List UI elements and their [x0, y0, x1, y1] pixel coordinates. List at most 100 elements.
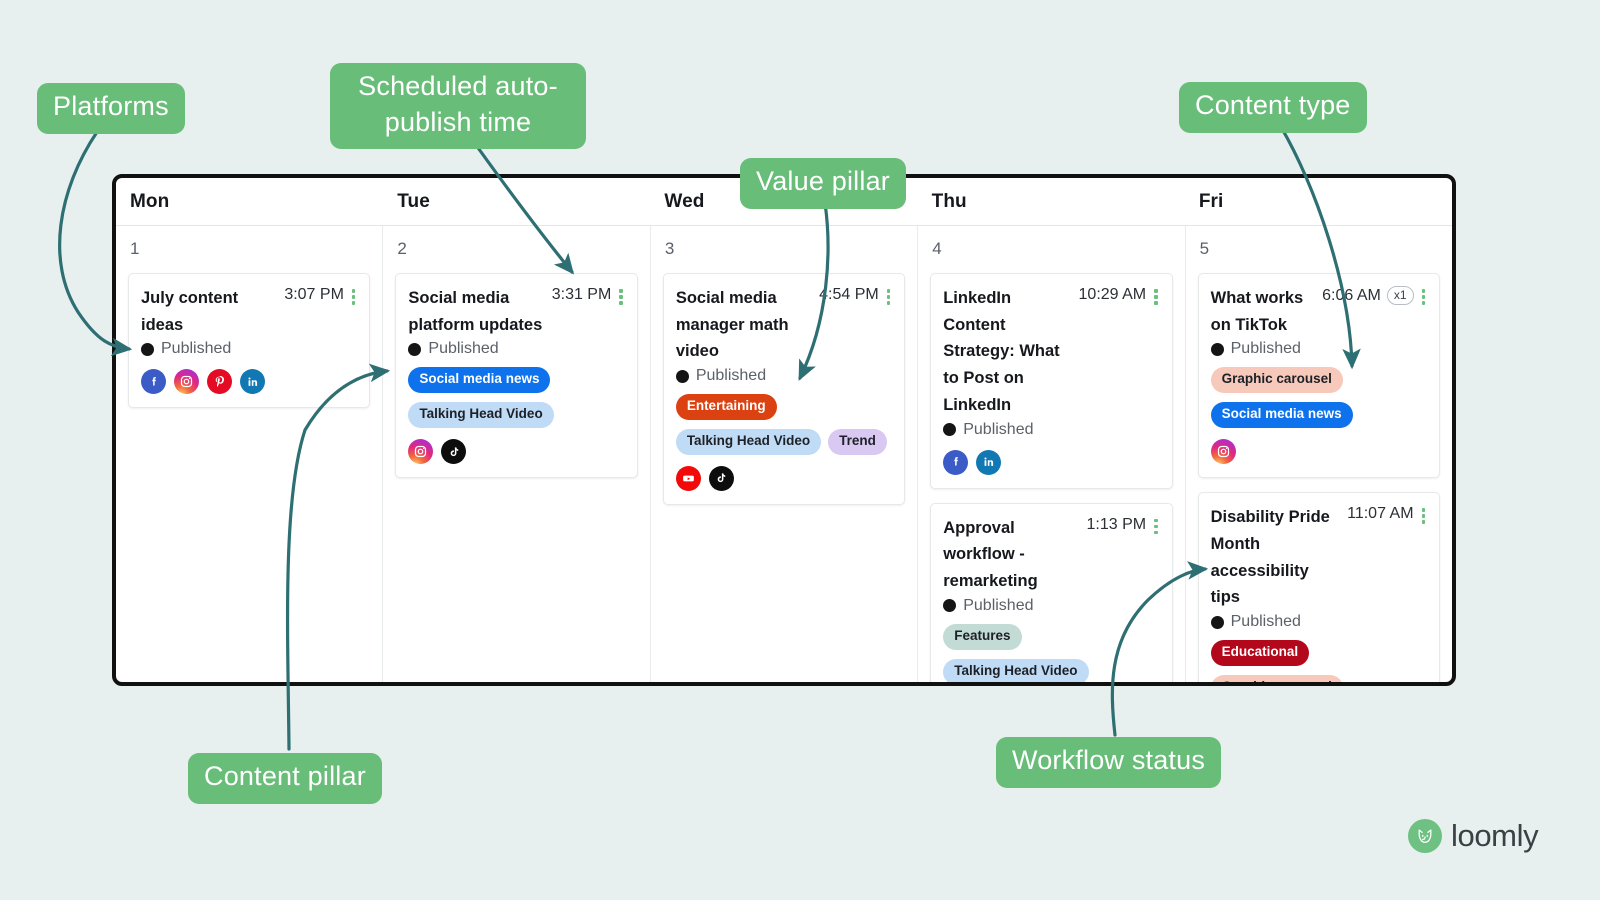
status-dot-icon: [1211, 343, 1224, 356]
post-card-header: Social media platform updates 3:31 PM: [408, 285, 624, 338]
tiktok-icon[interactable]: [441, 439, 466, 464]
post-tag-row: Educational: [1211, 640, 1427, 666]
calendar-day-column[interactable]: 4 LinkedIn Content Strategy: What to Post…: [918, 226, 1185, 686]
post-tag[interactable]: Features: [943, 624, 1021, 650]
instagram-icon[interactable]: [408, 439, 433, 464]
post-tag-row: Graphic carousel: [1211, 367, 1427, 393]
post-status-badge: Published: [943, 421, 1159, 439]
post-card[interactable]: Approval workflow - remarketing1:13 PM Pu…: [930, 503, 1172, 686]
post-scheduled-time: 6:06 AM: [1322, 287, 1381, 305]
post-tag[interactable]: Talking Head Video: [943, 659, 1088, 685]
post-status-label: Published: [963, 597, 1033, 615]
post-more-options-icon[interactable]: [1152, 516, 1160, 535]
post-more-options-icon[interactable]: [1420, 505, 1428, 524]
post-card-header: Approval workflow - remarketing1:13 PM: [943, 515, 1159, 595]
post-platform-icons: [676, 466, 892, 491]
post-tag-row: Talking Head Video Trend: [676, 429, 892, 455]
facebook-icon[interactable]: [943, 450, 968, 475]
post-card-header: Social media manager math video 4:54 PM: [676, 285, 892, 365]
post-status-label: Published: [1231, 340, 1301, 358]
post-more-options-icon[interactable]: [1420, 286, 1428, 305]
annotation-label-scheduled-auto-publish-time: Scheduled auto-publish time: [330, 63, 586, 149]
post-scheduled-time: 3:07 PM: [284, 286, 344, 304]
post-title[interactable]: Disability Pride Month accessibility tip…: [1211, 504, 1341, 611]
calendar-day-header-tue: Tue: [383, 178, 650, 225]
post-meta: 10:29 AM: [1079, 285, 1160, 305]
post-title[interactable]: Social media manager math video: [676, 285, 813, 365]
content-calendar: MonTueWedThuFri 1July content ideas3:07 …: [112, 174, 1456, 686]
post-tag[interactable]: Entertaining: [676, 394, 777, 420]
post-more-options-icon[interactable]: [617, 286, 625, 305]
post-status-badge: Published: [676, 367, 892, 385]
loomly-cat-icon: [1408, 819, 1442, 853]
repeat-count-badge: x1: [1387, 286, 1414, 305]
post-card-header: July content ideas 3:07 PM: [141, 285, 357, 338]
post-more-options-icon[interactable]: [1152, 286, 1160, 305]
post-card[interactable]: Social media platform updates 3:31 PM Publ…: [395, 273, 637, 478]
instagram-icon[interactable]: [174, 369, 199, 394]
post-meta: 11:07 AM: [1347, 504, 1427, 524]
post-status-badge: Published: [943, 597, 1159, 615]
post-tag-row: Features: [943, 624, 1159, 650]
post-scheduled-time: 10:29 AM: [1079, 286, 1147, 304]
post-status-badge: Published: [1211, 613, 1427, 631]
post-tag-row: Talking Head Video: [943, 659, 1159, 685]
post-tag-row: Social media news: [408, 367, 624, 393]
post-card-header: What works on TikTok 6:06 AM x1: [1211, 285, 1427, 338]
facebook-icon[interactable]: [141, 369, 166, 394]
screenshot-root: MonTueWedThuFri 1July content ideas3:07 …: [0, 0, 1600, 900]
post-status-badge: Published: [141, 340, 357, 358]
post-tag[interactable]: Graphic carousel: [1211, 675, 1343, 686]
annotation-label-content-type: Content type: [1179, 82, 1367, 133]
post-title[interactable]: LinkedIn Content Strategy: What to Post …: [943, 285, 1072, 419]
linkedin-icon[interactable]: [976, 450, 1001, 475]
post-status-label: Published: [696, 367, 766, 385]
post-platform-icons: [1211, 439, 1427, 464]
post-tag[interactable]: Talking Head Video: [408, 402, 553, 428]
post-tag[interactable]: Educational: [1211, 640, 1310, 666]
post-card[interactable]: Disability Pride Month accessibility tip…: [1198, 492, 1440, 686]
post-scheduled-time: 11:07 AM: [1347, 505, 1413, 523]
tiktok-icon[interactable]: [709, 466, 734, 491]
post-title[interactable]: Social media platform updates: [408, 285, 545, 338]
post-card[interactable]: What works on TikTok 6:06 AM x1 Published Gr…: [1198, 273, 1440, 478]
post-scheduled-time: 4:54 PM: [819, 286, 879, 304]
calendar-day-column[interactable]: 3Social media manager math video4:54 PMP…: [651, 226, 918, 686]
status-dot-icon: [408, 343, 421, 356]
post-title[interactable]: Approval workflow - remarketing: [943, 515, 1080, 595]
annotation-label-value-pillar: Value pillar: [740, 158, 906, 209]
status-dot-icon: [1211, 616, 1224, 629]
post-tag[interactable]: Social media news: [1211, 402, 1353, 428]
post-meta: 4:54 PM: [819, 285, 892, 305]
pinterest-icon[interactable]: [207, 369, 232, 394]
calendar-day-column[interactable]: 1July content ideas3:07 PMPublished: [116, 226, 383, 686]
status-dot-icon: [943, 599, 956, 612]
post-title[interactable]: What works on TikTok: [1211, 285, 1317, 338]
linkedin-icon[interactable]: [240, 369, 265, 394]
post-tag[interactable]: Trend: [828, 429, 887, 455]
calendar-day-column[interactable]: 5What works on TikTok6:06 AMx1PublishedG…: [1186, 226, 1452, 686]
post-status-label: Published: [161, 340, 231, 358]
post-more-options-icon[interactable]: [350, 286, 358, 305]
post-card[interactable]: July content ideas 3:07 PM Published: [128, 273, 370, 408]
post-more-options-icon[interactable]: [885, 286, 893, 305]
post-card[interactable]: LinkedIn Content Strategy: What to Post …: [930, 273, 1172, 489]
post-tag-row: Social media news: [1211, 402, 1427, 428]
post-tag[interactable]: Talking Head Video: [676, 429, 821, 455]
post-status-badge: Published: [1211, 340, 1427, 358]
day-number: 4: [930, 226, 1172, 273]
instagram-icon[interactable]: [1211, 439, 1236, 464]
post-status-badge: Published: [408, 340, 624, 358]
post-card[interactable]: Social media manager math video 4:54 PM Pu…: [663, 273, 905, 505]
calendar-day-header-mon: Mon: [116, 178, 383, 225]
calendar-day-column[interactable]: 2 Social media platform updates 3:31 PM Pub…: [383, 226, 650, 686]
post-tag[interactable]: Social media news: [408, 367, 550, 393]
post-tag[interactable]: Graphic carousel: [1211, 367, 1343, 393]
day-number: 2: [395, 226, 637, 273]
post-platform-icons: [943, 450, 1159, 475]
post-title[interactable]: July content ideas: [141, 285, 278, 338]
annotation-label-workflow-status: Workflow status: [996, 737, 1221, 788]
calendar-body: 1July content ideas3:07 PMPublished2Soci…: [116, 226, 1452, 686]
youtube-icon[interactable]: [676, 466, 701, 491]
post-meta: 3:31 PM: [552, 285, 625, 305]
